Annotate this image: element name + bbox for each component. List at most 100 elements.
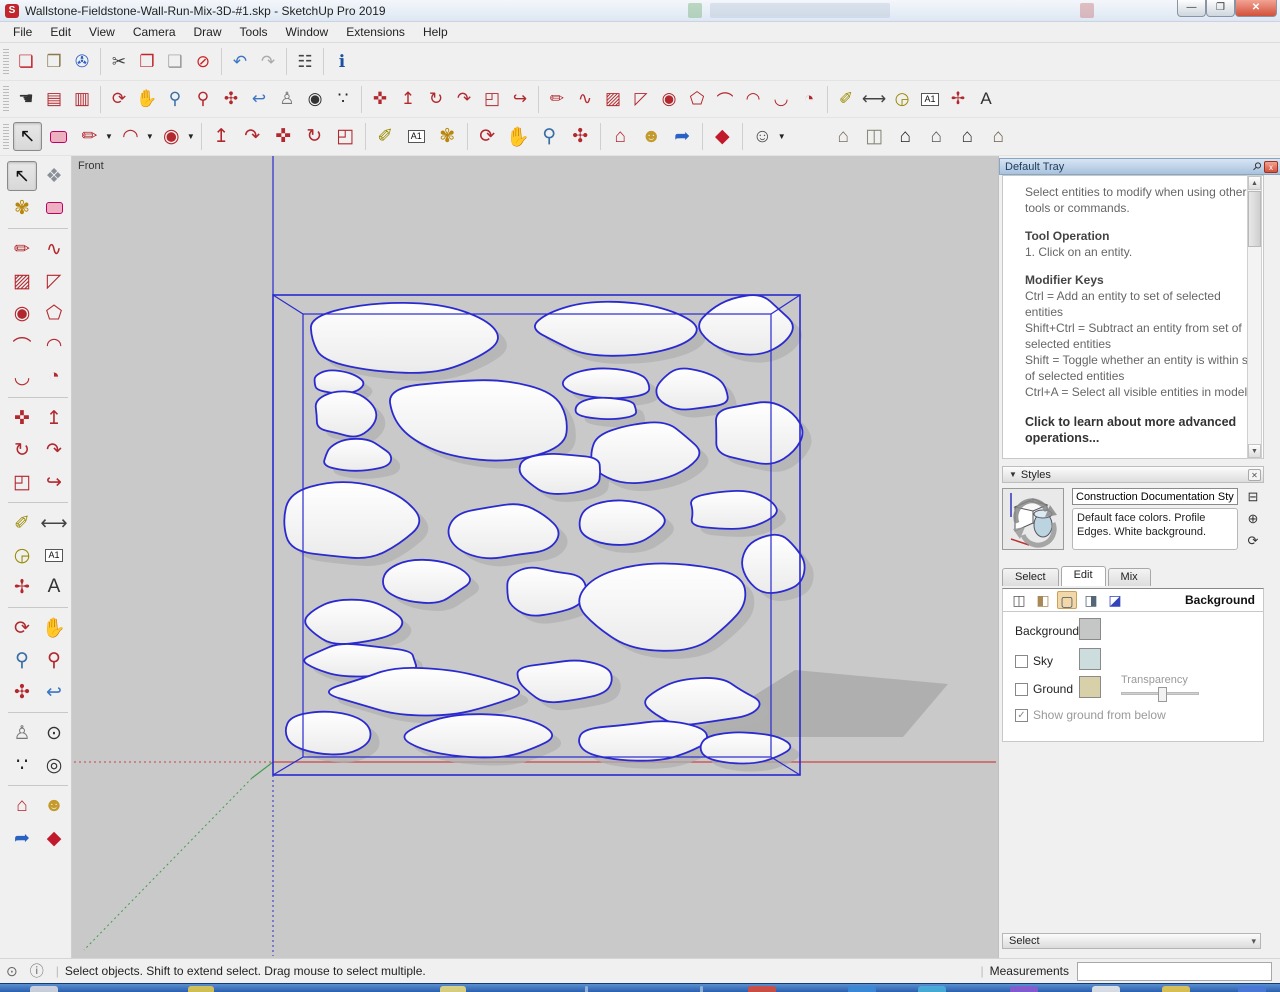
look-around-icon[interactable]: ◉: [302, 86, 328, 112]
tape-measure-icon[interactable]: ✐: [833, 86, 859, 112]
sky-checkbox[interactable]: [1015, 654, 1028, 668]
collapse-caret-icon[interactable]: ▼: [1009, 470, 1017, 479]
taskbar-app-icon[interactable]: [1162, 986, 1190, 992]
tab-mix[interactable]: Mix: [1107, 568, 1151, 586]
slider-thumb[interactable]: [1158, 687, 1167, 702]
taskbar-app-icon[interactable]: [1010, 986, 1038, 992]
extension-warehouse-icon[interactable]: ☻: [39, 791, 69, 821]
dropdown-arrow-icon[interactable]: ▼: [146, 132, 154, 141]
print-icon[interactable]: ☷: [292, 49, 318, 75]
measurements-input[interactable]: [1077, 961, 1272, 981]
view-left-icon[interactable]: ⌂: [953, 122, 982, 151]
view-top-icon[interactable]: ◫: [860, 122, 889, 151]
two-point-arc-icon[interactable]: ◠: [740, 86, 766, 112]
move-icon[interactable]: ✜: [269, 122, 298, 151]
rotate-icon[interactable]: ↻: [300, 122, 329, 151]
restore-button[interactable]: ❐: [1206, 0, 1235, 17]
arc-icon[interactable]: ⌒: [7, 330, 37, 360]
look-around-icon[interactable]: ⊙: [39, 718, 69, 748]
tab-select[interactable]: Select: [1002, 568, 1059, 586]
pan-icon[interactable]: ✋: [39, 613, 69, 643]
taskbar-app-icon[interactable]: [700, 986, 703, 992]
paste-icon[interactable]: ❑: [162, 49, 188, 75]
3d-warehouse-icon[interactable]: ⌂: [606, 122, 635, 151]
component-attributes-icon[interactable]: ▥: [69, 86, 95, 112]
protractor-icon[interactable]: ◶: [889, 86, 915, 112]
dimensions-icon[interactable]: ⟷: [861, 86, 887, 112]
create-style-icon[interactable]: ⊕: [1244, 510, 1262, 528]
scale-icon[interactable]: ◰: [479, 86, 505, 112]
pin-icon[interactable]: ⚲: [1247, 157, 1266, 176]
eraser-icon[interactable]: [44, 122, 73, 151]
styles-close-icon[interactable]: ✕: [1248, 468, 1261, 481]
taskbar-app-icon[interactable]: [30, 986, 58, 992]
ground-checkbox[interactable]: [1015, 682, 1028, 696]
update-style-icon[interactable]: ⟳: [1244, 532, 1262, 550]
walk-icon[interactable]: ∵: [7, 750, 37, 780]
taskbar-app-icon[interactable]: [1238, 986, 1266, 992]
position-camera-icon[interactable]: ♙: [274, 86, 300, 112]
extension-manager-icon[interactable]: ◆: [708, 122, 737, 151]
previous-view-icon[interactable]: ↩: [39, 677, 69, 707]
secondary-pane-icon[interactable]: ⊟: [1244, 488, 1262, 506]
taskbar-app-icon[interactable]: [748, 986, 776, 992]
menu-item-edit[interactable]: Edit: [41, 23, 80, 41]
panel-expand-icon[interactable]: ▾: [1251, 936, 1256, 947]
polygon-icon[interactable]: ⬠: [684, 86, 710, 112]
pan-icon[interactable]: ✋: [134, 86, 160, 112]
background-settings-icon[interactable]: ▢: [1057, 591, 1077, 609]
dropdown-arrow-icon[interactable]: ▼: [187, 132, 195, 141]
shapes-icon[interactable]: ◉: [157, 122, 186, 151]
zoom-icon[interactable]: ⚲: [162, 86, 188, 112]
extension-manager-icon[interactable]: ◆: [39, 823, 69, 853]
taskbar-app-icon[interactable]: [585, 986, 588, 992]
undo-icon[interactable]: ↶: [227, 49, 253, 75]
push-pull-icon[interactable]: ↥: [395, 86, 421, 112]
line-icon[interactable]: ✏: [75, 122, 104, 151]
help-info-icon[interactable]: ⓘ: [30, 961, 44, 981]
scroll-up-icon[interactable]: ▲: [1248, 176, 1261, 190]
minimize-button[interactable]: —: [1177, 0, 1206, 17]
model-info-icon[interactable]: ℹ: [329, 49, 355, 75]
position-camera-icon[interactable]: ♙: [7, 718, 37, 748]
zoom-extents-icon[interactable]: ✣: [566, 122, 595, 151]
dimensions-icon[interactable]: ⟷: [39, 508, 69, 538]
menu-item-view[interactable]: View: [80, 23, 124, 41]
3d-warehouse-icon[interactable]: ⌂: [7, 791, 37, 821]
rotated-rectangle-icon[interactable]: ◸: [628, 86, 654, 112]
scale-icon[interactable]: ◰: [7, 467, 37, 497]
advanced-operations-link[interactable]: Click to learn about more advanced opera…: [1025, 414, 1259, 446]
push-pull-icon[interactable]: ↥: [207, 122, 236, 151]
style-name-field[interactable]: [1072, 488, 1238, 505]
dropdown-arrow-icon[interactable]: ▼: [778, 132, 786, 141]
orbit-icon[interactable]: ⟳: [473, 122, 502, 151]
zoom-window-icon[interactable]: ⚲: [39, 645, 69, 675]
redo-icon[interactable]: ↷: [255, 49, 281, 75]
line-icon[interactable]: ✏: [544, 86, 570, 112]
modeling-settings-icon[interactable]: ◪: [1105, 591, 1125, 609]
styles-panel-header[interactable]: ▼ Styles ✕: [1002, 466, 1264, 483]
walk-icon[interactable]: ∵: [330, 86, 356, 112]
edge-settings-icon[interactable]: ◫: [1009, 591, 1029, 609]
tray-header[interactable]: Default Tray ⚲ x: [999, 158, 1280, 175]
face-settings-icon[interactable]: ◧: [1033, 591, 1053, 609]
view-iso-icon[interactable]: ⌂: [829, 122, 858, 151]
model-canvas[interactable]: Front: [72, 156, 998, 958]
line-icon[interactable]: ✏: [7, 234, 37, 264]
style-thumbnail[interactable]: [1002, 488, 1064, 550]
send-to-layout-icon[interactable]: ➦: [668, 122, 697, 151]
follow-me-icon[interactable]: ↷: [238, 122, 267, 151]
background-color-swatch[interactable]: [1079, 618, 1101, 640]
pie-icon[interactable]: ◔: [39, 362, 69, 392]
geolocation-icon[interactable]: ⊙: [6, 963, 18, 980]
scale-icon[interactable]: ◰: [331, 122, 360, 151]
ground-color-swatch[interactable]: [1079, 676, 1101, 698]
view-right-icon[interactable]: ⌂: [984, 122, 1013, 151]
section-plane-icon[interactable]: ◎: [39, 750, 69, 780]
taskbar-app-icon[interactable]: [440, 986, 466, 992]
move-icon[interactable]: ✜: [367, 86, 393, 112]
pan-icon[interactable]: ✋: [504, 122, 533, 151]
two-point-arc-icon[interactable]: ◠: [39, 330, 69, 360]
component-options-icon[interactable]: ▤: [41, 86, 67, 112]
move-icon[interactable]: ✜: [7, 403, 37, 433]
